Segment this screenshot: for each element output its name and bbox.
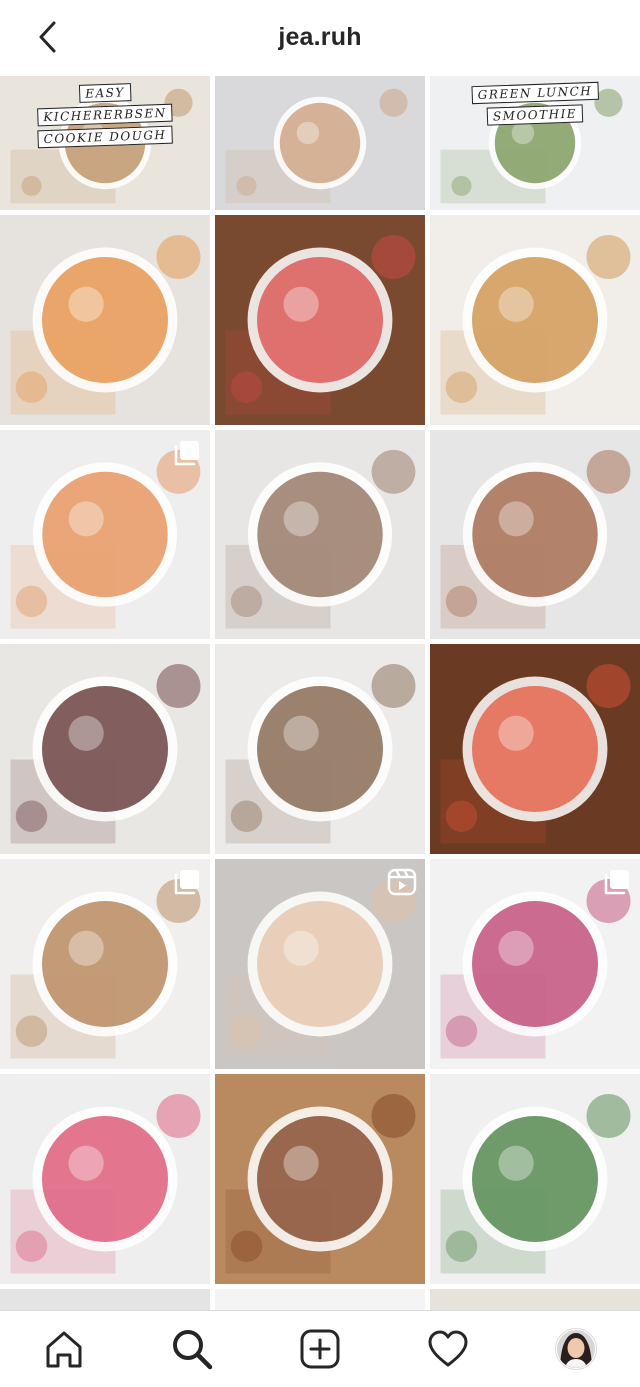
carousel-icon — [174, 441, 199, 466]
carousel-icon — [174, 870, 199, 895]
post-tile[interactable] — [0, 859, 210, 1069]
home-icon — [46, 1331, 82, 1368]
reel-icon — [387, 868, 417, 896]
home-tab[interactable] — [40, 1325, 88, 1373]
post-tile[interactable]: EASY KICHERERBSEN COOKIE DOUGH — [0, 76, 210, 210]
post-tile[interactable]: GREEN LUNCH SMOOTHIE — [430, 76, 640, 210]
explore-grid: EASY KICHERERBSEN COOKIE DOUGH GREEN LUNCH S… — [0, 76, 640, 1310]
post-photo — [215, 644, 425, 854]
carousel-icon — [604, 870, 629, 895]
post-tile-partial[interactable] — [0, 1289, 210, 1310]
heart-icon — [428, 1330, 468, 1367]
post-tile[interactable] — [0, 430, 210, 639]
post-photo — [215, 215, 425, 425]
post-tile[interactable] — [430, 644, 640, 854]
post-photo — [0, 1074, 210, 1284]
post-photo — [0, 215, 210, 425]
post-photo — [430, 644, 640, 854]
post-tile[interactable] — [0, 644, 210, 854]
bottom-tab-bar — [0, 1310, 640, 1387]
post-photo — [215, 430, 425, 639]
post-tile-partial[interactable] — [430, 1289, 640, 1310]
post-overlay-caption: EASY — [78, 83, 132, 103]
post-tile[interactable] — [430, 1074, 640, 1284]
back-button[interactable] — [30, 19, 66, 55]
post-photo — [430, 215, 640, 425]
post-tile[interactable] — [215, 76, 425, 210]
post-tile[interactable] — [430, 215, 640, 425]
profile-tab[interactable] — [552, 1325, 600, 1373]
activity-tab[interactable] — [424, 1325, 472, 1373]
post-tile-partial[interactable] — [215, 1289, 425, 1310]
post-tile[interactable] — [215, 1074, 425, 1284]
post-tile[interactable] — [215, 644, 425, 854]
post-tile[interactable] — [0, 215, 210, 425]
chevron-left-icon — [39, 21, 56, 53]
post-tile[interactable] — [215, 215, 425, 425]
post-photo — [215, 1074, 425, 1284]
post-photo — [215, 76, 425, 210]
post-tile[interactable] — [215, 859, 425, 1069]
post-photo — [0, 644, 210, 854]
create-tab[interactable] — [296, 1325, 344, 1373]
post-tile[interactable] — [215, 430, 425, 639]
search-icon — [173, 1330, 213, 1370]
top-bar: jea.ruh — [0, 0, 640, 74]
profile-username: jea.ruh — [278, 22, 362, 51]
post-overlay-caption: SMOOTHIE — [486, 104, 584, 126]
post-tile[interactable] — [0, 1074, 210, 1284]
post-tile[interactable] — [430, 859, 640, 1069]
post-photo — [430, 430, 640, 639]
search-tab[interactable] — [168, 1325, 216, 1373]
avatar-icon — [555, 1328, 597, 1370]
plus-square-icon — [300, 1329, 340, 1369]
post-photo — [430, 1074, 640, 1284]
post-tile[interactable] — [430, 430, 640, 639]
